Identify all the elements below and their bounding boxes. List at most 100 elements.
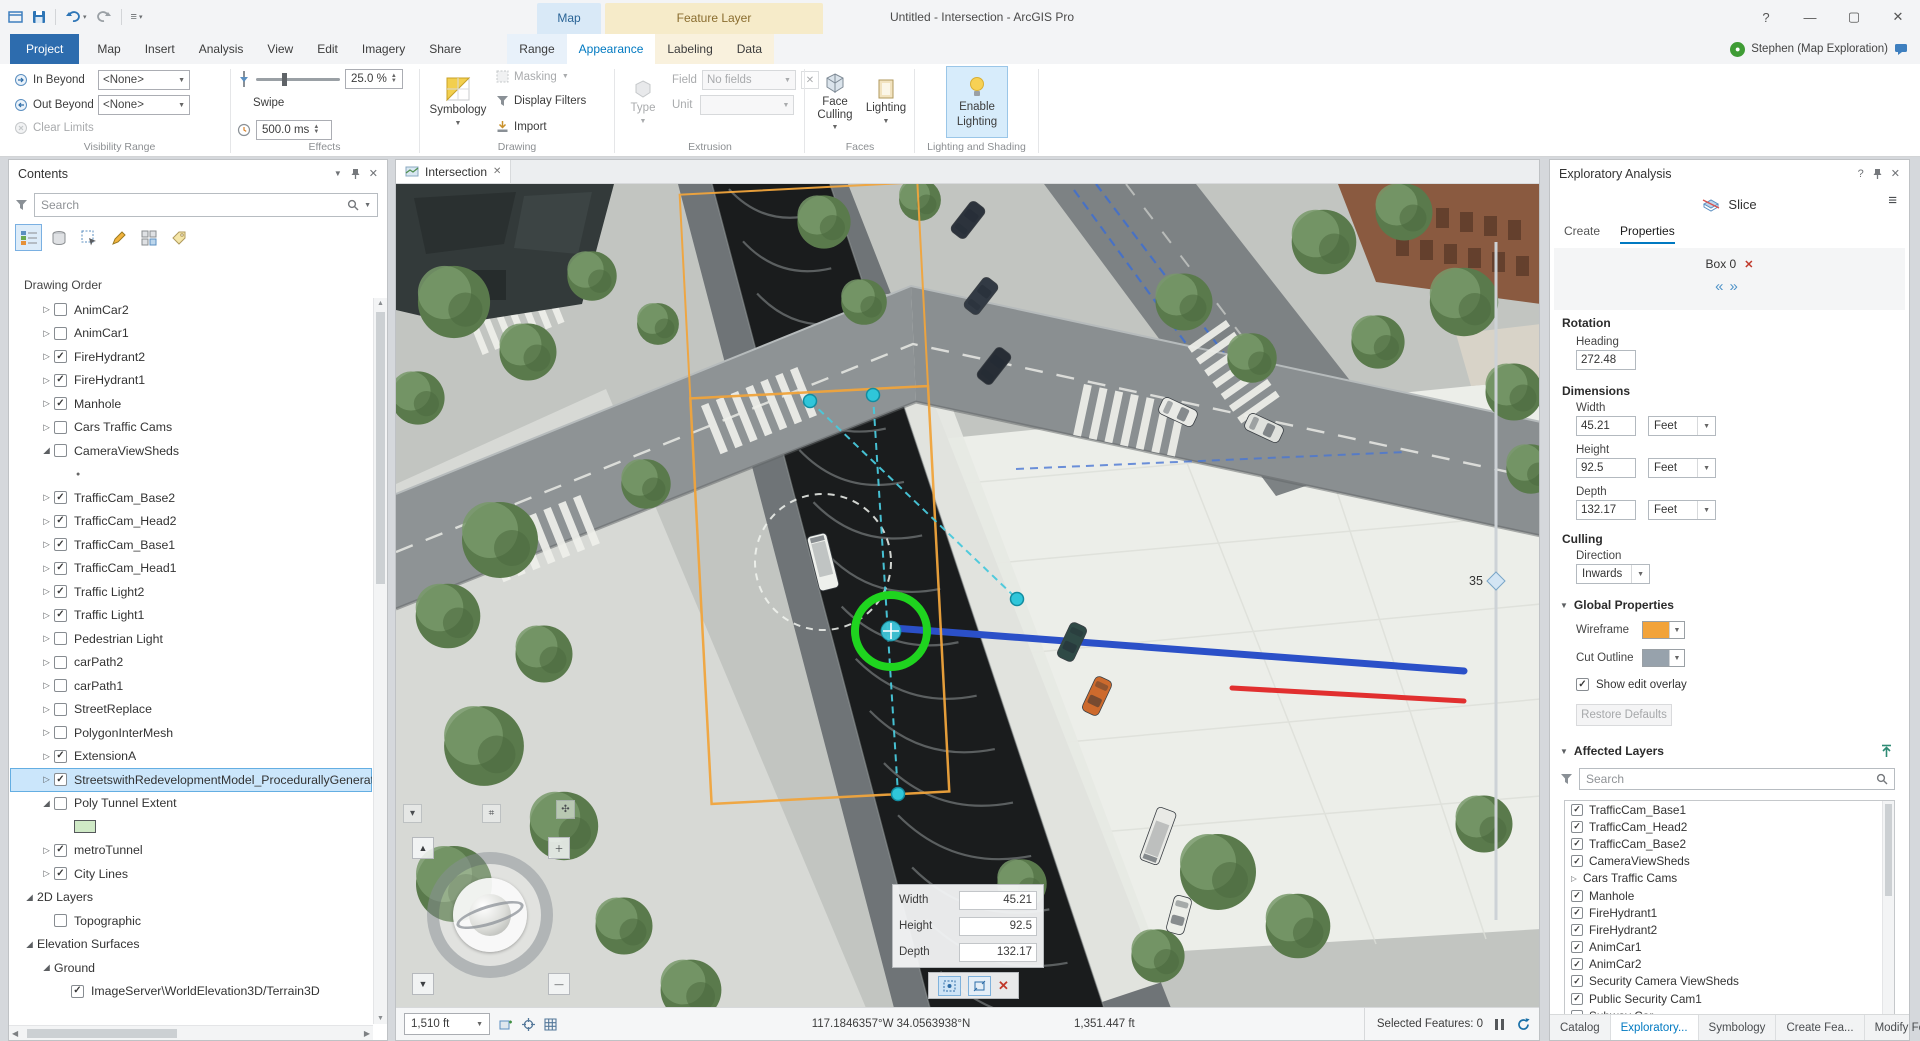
expander-icon[interactable]: ◢: [39, 445, 54, 456]
expander-icon[interactable]: ▷: [39, 375, 54, 386]
legend-swatch-row[interactable]: [10, 815, 372, 839]
layer-checkbox[interactable]: ✓: [1571, 975, 1583, 988]
direction-select[interactable]: Inwards ▼: [1576, 564, 1650, 584]
help-button[interactable]: ?: [1744, 0, 1788, 34]
scale-select[interactable]: 1,510 ft ▼: [404, 1013, 490, 1035]
affected-layer-row[interactable]: ✓ TrafficCam_Head2: [1565, 818, 1894, 835]
layer-visibility-checkbox[interactable]: [54, 303, 67, 317]
layer-visibility-checkbox[interactable]: [54, 796, 67, 810]
layer-row[interactable]: ▷ ✓ ExtensionA: [10, 745, 372, 769]
layer-visibility-checkbox[interactable]: [54, 702, 67, 716]
cut-outline-color-picker[interactable]: ▼: [1642, 649, 1685, 667]
layer-visibility-checkbox[interactable]: ✓: [54, 773, 67, 787]
layer-checkbox[interactable]: ✓: [1571, 941, 1583, 954]
search-options-icon[interactable]: ▼: [364, 202, 371, 209]
scene-canvas[interactable]: 35 ▾ ⌗ ✣ ▲ ＋ — ▼ Width 45.21 Height 92.5 D…: [396, 184, 1539, 1007]
dock-tab-catalog[interactable]: Catalog: [1550, 1015, 1611, 1040]
ribbon-tab-project[interactable]: Project: [10, 34, 80, 64]
dock-tab-createfea[interactable]: Create Fea...: [1776, 1015, 1865, 1040]
depth-unit-select[interactable]: Feet ▼: [1648, 500, 1716, 520]
expander-icon[interactable]: ▷: [39, 586, 54, 597]
group-row[interactable]: ◢ Ground: [10, 956, 372, 980]
save-button[interactable]: [32, 10, 46, 24]
overlay-height-input[interactable]: 92.5: [959, 916, 1037, 936]
width-unit-select[interactable]: Feet ▼: [1648, 416, 1716, 436]
close-button[interactable]: ✕: [1876, 0, 1920, 34]
scrollbar-thumb[interactable]: [376, 312, 385, 584]
expander-icon[interactable]: ▷: [39, 845, 54, 856]
layer-row[interactable]: ▷ ✓ TrafficCam_Base1: [10, 533, 372, 557]
expander-icon[interactable]: ▷: [1571, 874, 1583, 883]
layer-checkbox[interactable]: ✓: [1571, 855, 1583, 868]
layer-row[interactable]: ▷ ✓ StreetswithRedevelopmentModel_Procedur…: [10, 768, 372, 792]
layer-visibility-checkbox[interactable]: ✓: [54, 561, 67, 575]
layer-visibility-checkbox[interactable]: ✓: [54, 867, 67, 881]
height-input[interactable]: 92.5: [1576, 458, 1636, 478]
layer-row[interactable]: Topographic: [10, 909, 372, 933]
expander-icon[interactable]: ▷: [39, 398, 54, 409]
scrollbar-thumb[interactable]: [27, 1029, 177, 1038]
expander-icon[interactable]: ◢: [22, 892, 37, 903]
layer-row[interactable]: ✓ ImageServer\WorldElevation3D/Terrain3D: [10, 980, 372, 1004]
zoom-to-layer-icon[interactable]: [1880, 744, 1893, 758]
layer-visibility-checkbox[interactable]: ✓: [54, 608, 67, 622]
restore-defaults-button[interactable]: Restore Defaults: [1576, 704, 1672, 726]
tool-tab-create[interactable]: Create: [1564, 224, 1600, 244]
enable-lighting-button[interactable]: Enable Lighting: [946, 66, 1008, 138]
list-by-editing-button[interactable]: [105, 224, 132, 251]
ribbon-tab-view[interactable]: View: [255, 34, 305, 64]
layer-row[interactable]: ▷ ✓ TrafficCam_Base2: [10, 486, 372, 510]
layer-row[interactable]: ▷ StreetReplace: [10, 698, 372, 722]
view-tab-intersection[interactable]: Intersection ✕: [396, 160, 512, 183]
ribbon-tab-data[interactable]: Data: [724, 34, 775, 64]
crosshair-icon[interactable]: [522, 1017, 535, 1031]
cancel-slice-button[interactable]: ✕: [998, 978, 1009, 994]
symbology-button[interactable]: Symbology ▼: [428, 66, 488, 138]
pause-drawing-button[interactable]: [1495, 1018, 1504, 1030]
height-unit-select[interactable]: Feet ▼: [1648, 458, 1716, 478]
next-box-icon[interactable]: »: [1730, 278, 1744, 295]
layer-row[interactable]: ▷ ✓ Manhole: [10, 392, 372, 416]
notifications-icon[interactable]: [1894, 43, 1908, 55]
customize-qat-button[interactable]: ≡ ▾: [131, 11, 143, 23]
expander-icon[interactable]: ▷: [39, 657, 54, 668]
look-up-button[interactable]: ▲: [412, 837, 434, 859]
affected-layer-row[interactable]: ✓ FireHydrant2: [1565, 921, 1894, 938]
list-by-labeling-button[interactable]: [165, 224, 192, 251]
close-pane-icon[interactable]: ✕: [369, 167, 378, 180]
edit-box-mode-button[interactable]: [938, 975, 961, 996]
contents-horizontal-scrollbar[interactable]: ◀ ▶: [9, 1025, 373, 1040]
help-icon[interactable]: ?: [1858, 168, 1864, 180]
navigator-globe[interactable]: [453, 878, 527, 952]
layer-checkbox[interactable]: ✓: [1571, 958, 1583, 971]
layer-row[interactable]: ▷ carPath2: [10, 651, 372, 675]
layer-row[interactable]: ▷ AnimCar2: [10, 298, 372, 322]
contents-vertical-scrollbar[interactable]: ▲ ▼: [373, 298, 387, 1024]
filter-icon[interactable]: [15, 199, 28, 211]
import-button[interactable]: Import: [496, 120, 547, 133]
zoom-in-button[interactable]: ＋: [548, 837, 570, 859]
expander-icon[interactable]: ▷: [39, 633, 54, 644]
out-beyond-label[interactable]: Out Beyond: [33, 99, 94, 111]
affected-layer-row[interactable]: ✓ TrafficCam_Base2: [1565, 835, 1894, 852]
unit-select[interactable]: ▼: [700, 95, 795, 115]
zoom-out-button[interactable]: —: [548, 973, 570, 995]
full-extent-icon[interactable]: ⌗: [482, 804, 501, 823]
layer-checkbox[interactable]: ✓: [1571, 923, 1583, 936]
layer-row[interactable]: ▷ ✓ City Lines: [10, 862, 372, 886]
in-beyond-label[interactable]: In Beyond: [33, 74, 93, 86]
width-input[interactable]: 45.21: [1576, 416, 1636, 436]
swipe-slider[interactable]: [256, 72, 340, 86]
expander-icon[interactable]: ▷: [39, 704, 54, 715]
layer-row[interactable]: ▷ ✓ TrafficCam_Head2: [10, 510, 372, 534]
list-by-snapping-button[interactable]: [135, 224, 162, 251]
affected-layer-row[interactable]: ✓ FireHydrant1: [1565, 904, 1894, 921]
ribbon-tab-share[interactable]: Share: [417, 34, 473, 64]
affected-layer-row[interactable]: ✓ AnimCar2: [1565, 956, 1894, 973]
layer-visibility-checkbox[interactable]: ✓: [54, 373, 67, 387]
layer-checkbox[interactable]: ✓: [1571, 803, 1583, 816]
layer-visibility-checkbox[interactable]: ✓: [54, 538, 67, 552]
pin-icon[interactable]: [1872, 168, 1883, 180]
layer-visibility-checkbox[interactable]: [54, 914, 67, 928]
expander-icon[interactable]: ▷: [39, 516, 54, 527]
